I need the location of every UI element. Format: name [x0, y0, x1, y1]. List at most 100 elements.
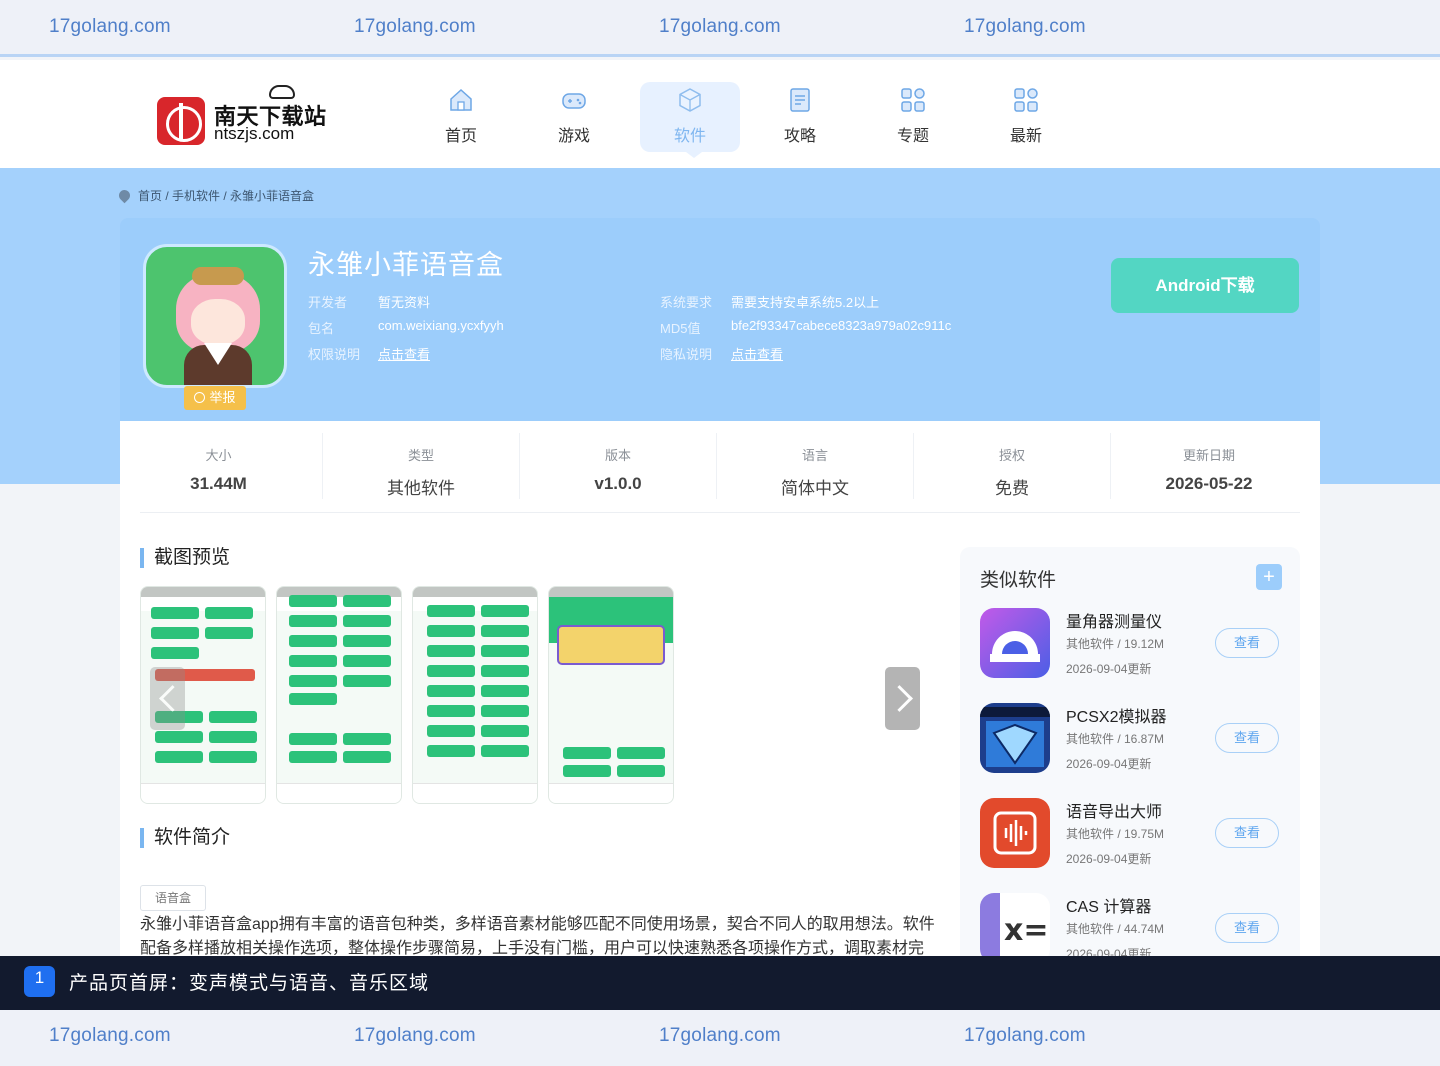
watermark-text: 17golang.com: [659, 1025, 781, 1046]
nav-label: 首页: [444, 128, 477, 145]
watermark-text: 17golang.com: [354, 16, 476, 37]
md5-value: bfe2f93347cabece8323a979a02c911c: [731, 318, 952, 333]
similar-app-date: 2026-09-04更新: [1066, 662, 1152, 676]
stat-version: 版本 v1.0.0: [519, 433, 716, 499]
view-button[interactable]: 查看: [1215, 913, 1279, 943]
package-value: com.weixiang.ycxfyyh: [378, 318, 504, 333]
site-header: 南天下载站 ntszjs.com 首页 游戏 软件 攻略 专题 最新: [0, 60, 1440, 168]
grid-icon: [1014, 88, 1038, 112]
stat-label: 大小: [205, 448, 232, 463]
stat-label: 更新日期: [1182, 448, 1235, 463]
view-button[interactable]: 查看: [1215, 628, 1279, 658]
carousel-next-button[interactable]: [885, 667, 920, 730]
similar-app-name: 语音导出大师: [1066, 804, 1163, 821]
nav-label: 游戏: [557, 128, 590, 145]
report-button[interactable]: 举报: [184, 386, 246, 410]
caption-text: 产品页首屏：变声模式与语音、音乐区域: [69, 973, 430, 994]
screenshot-thumb[interactable]: [276, 586, 402, 804]
logo-mark-icon: [157, 97, 205, 145]
stat-label: 授权: [998, 448, 1025, 463]
carousel-prev-button[interactable]: [150, 667, 185, 730]
report-label: 举报: [209, 390, 236, 405]
stat-value: 31.44M: [190, 474, 247, 493]
stat-license: 授权 免费: [913, 433, 1110, 499]
similar-app-name: PCSX2模拟器: [1066, 709, 1167, 726]
site-logo[interactable]: 南天下载站 ntszjs.com: [157, 85, 337, 145]
requirement-value: 需要支持安卓系统5.2以上: [731, 295, 880, 310]
watermark-text: 17golang.com: [49, 16, 171, 37]
stat-label: 版本: [604, 448, 631, 463]
nav-label: 专题: [896, 128, 929, 145]
cube-icon: [679, 88, 701, 112]
android-download-button[interactable]: Android下载: [1111, 258, 1299, 313]
view-button[interactable]: 查看: [1215, 723, 1279, 753]
md5-label: MD5值: [660, 321, 701, 336]
nav-item-games[interactable]: 游戏: [524, 82, 624, 152]
app-icon: [143, 244, 287, 388]
protractor-icon: [980, 608, 1050, 678]
watermark-bar-top: 17golang.com 17golang.com 17golang.com 1…: [0, 0, 1440, 57]
stat-label: 类型: [407, 448, 434, 463]
caption-bar: 1 产品页首屏：变声模式与语音、音乐区域: [0, 956, 1440, 1010]
watermark-bar-bottom: 17golang.com 17golang.com 17golang.com 1…: [0, 1010, 1440, 1066]
home-icon: [450, 88, 472, 111]
nav-item-topics[interactable]: 专题: [863, 82, 963, 152]
stat-value: 简体中文: [781, 479, 849, 498]
developer-label: 开发者: [308, 295, 348, 310]
similar-app-name: 量角器测量仪: [1066, 614, 1163, 631]
nav-label: 攻略: [783, 128, 816, 145]
warning-icon: [194, 392, 206, 403]
app-detail-card: 举报 永雏小菲语音盒 开发者 暂无资料 包名 com.weixiang.ycxf…: [120, 218, 1320, 1047]
similar-app-item[interactable]: PCSX2模拟器 其他软件 / 16.87M 2026-09-04更新 查看: [980, 703, 1280, 783]
app-description: 永雏小菲语音盒app拥有丰富的语音包种类，多样语音素材能够匹配不同使用场景，契合…: [140, 916, 935, 957]
screenshot-carousel: [140, 586, 680, 804]
screenshot-thumb[interactable]: [412, 586, 538, 804]
watermark-text: 17golang.com: [964, 16, 1086, 37]
screenshots-heading: 截图预览: [140, 548, 230, 568]
similar-app-item[interactable]: 语音导出大师 其他软件 / 19.75M 2026-09-04更新 查看: [980, 798, 1280, 878]
similar-app-meta: 其他软件 / 44.74M: [1066, 922, 1165, 936]
requirement-label: 系统要求: [660, 295, 713, 310]
watermark-text: 17golang.com: [49, 1025, 171, 1046]
permission-label: 权限说明: [308, 347, 361, 362]
pcsx2-icon: [980, 703, 1050, 773]
privacy-link[interactable]: 点击查看: [731, 344, 783, 363]
breadcrumb: 首页 / 手机软件 / 永雏小菲语音盒: [116, 187, 314, 204]
nav-label: 最新: [1009, 128, 1042, 145]
similar-app-date: 2026-09-04更新: [1066, 852, 1152, 866]
breadcrumb-text[interactable]: 首页 / 手机软件 / 永雏小菲语音盒: [138, 189, 314, 203]
permission-link[interactable]: 点击查看: [378, 344, 430, 363]
stat-value: 免费: [995, 479, 1029, 498]
nav-item-latest[interactable]: 最新: [976, 82, 1076, 152]
similar-app-meta: 其他软件 / 16.87M: [1066, 732, 1165, 746]
screenshot-thumb[interactable]: [548, 586, 674, 804]
stats-bar: 大小 31.44M 类型 其他软件 版本 v1.0.0 语言 简体中文 授权 免…: [120, 421, 1320, 513]
nav-item-guides[interactable]: 攻略: [750, 82, 850, 152]
calculator-icon: x=: [980, 893, 1050, 963]
plus-icon[interactable]: +: [1256, 564, 1282, 590]
stat-label: 语言: [801, 448, 828, 463]
voice-export-icon: [980, 798, 1050, 868]
developer-value: 暂无资料: [378, 295, 431, 310]
nav-label: 软件: [673, 128, 706, 145]
similar-app-item[interactable]: 量角器测量仪 其他软件 / 19.12M 2026-09-04更新 查看: [980, 608, 1280, 688]
watermark-text: 17golang.com: [354, 1025, 476, 1046]
keyword-tag[interactable]: 语音盒: [140, 885, 207, 911]
stat-language: 语言 简体中文: [716, 433, 913, 499]
nav-item-software[interactable]: 软件: [640, 82, 740, 158]
similar-app-name: CAS 计算器: [1066, 899, 1152, 916]
caption-number: 1: [24, 966, 55, 997]
view-button[interactable]: 查看: [1215, 818, 1279, 848]
stat-update-date: 更新日期 2026-05-22: [1110, 433, 1307, 499]
stat-value: v1.0.0: [594, 474, 642, 493]
cloud-icon: [269, 85, 295, 99]
similar-heading: 类似软件: [980, 570, 1057, 591]
grid-icon: [901, 88, 925, 112]
watermark-text: 17golang.com: [964, 1025, 1086, 1046]
stat-value: 其他软件: [387, 479, 455, 498]
nav-item-home[interactable]: 首页: [411, 82, 511, 152]
similar-app-date: 2026-09-04更新: [1066, 757, 1152, 771]
location-pin-icon: [116, 187, 133, 204]
similar-app-meta: 其他软件 / 19.12M: [1066, 637, 1165, 651]
intro-heading: 软件简介: [140, 828, 230, 848]
